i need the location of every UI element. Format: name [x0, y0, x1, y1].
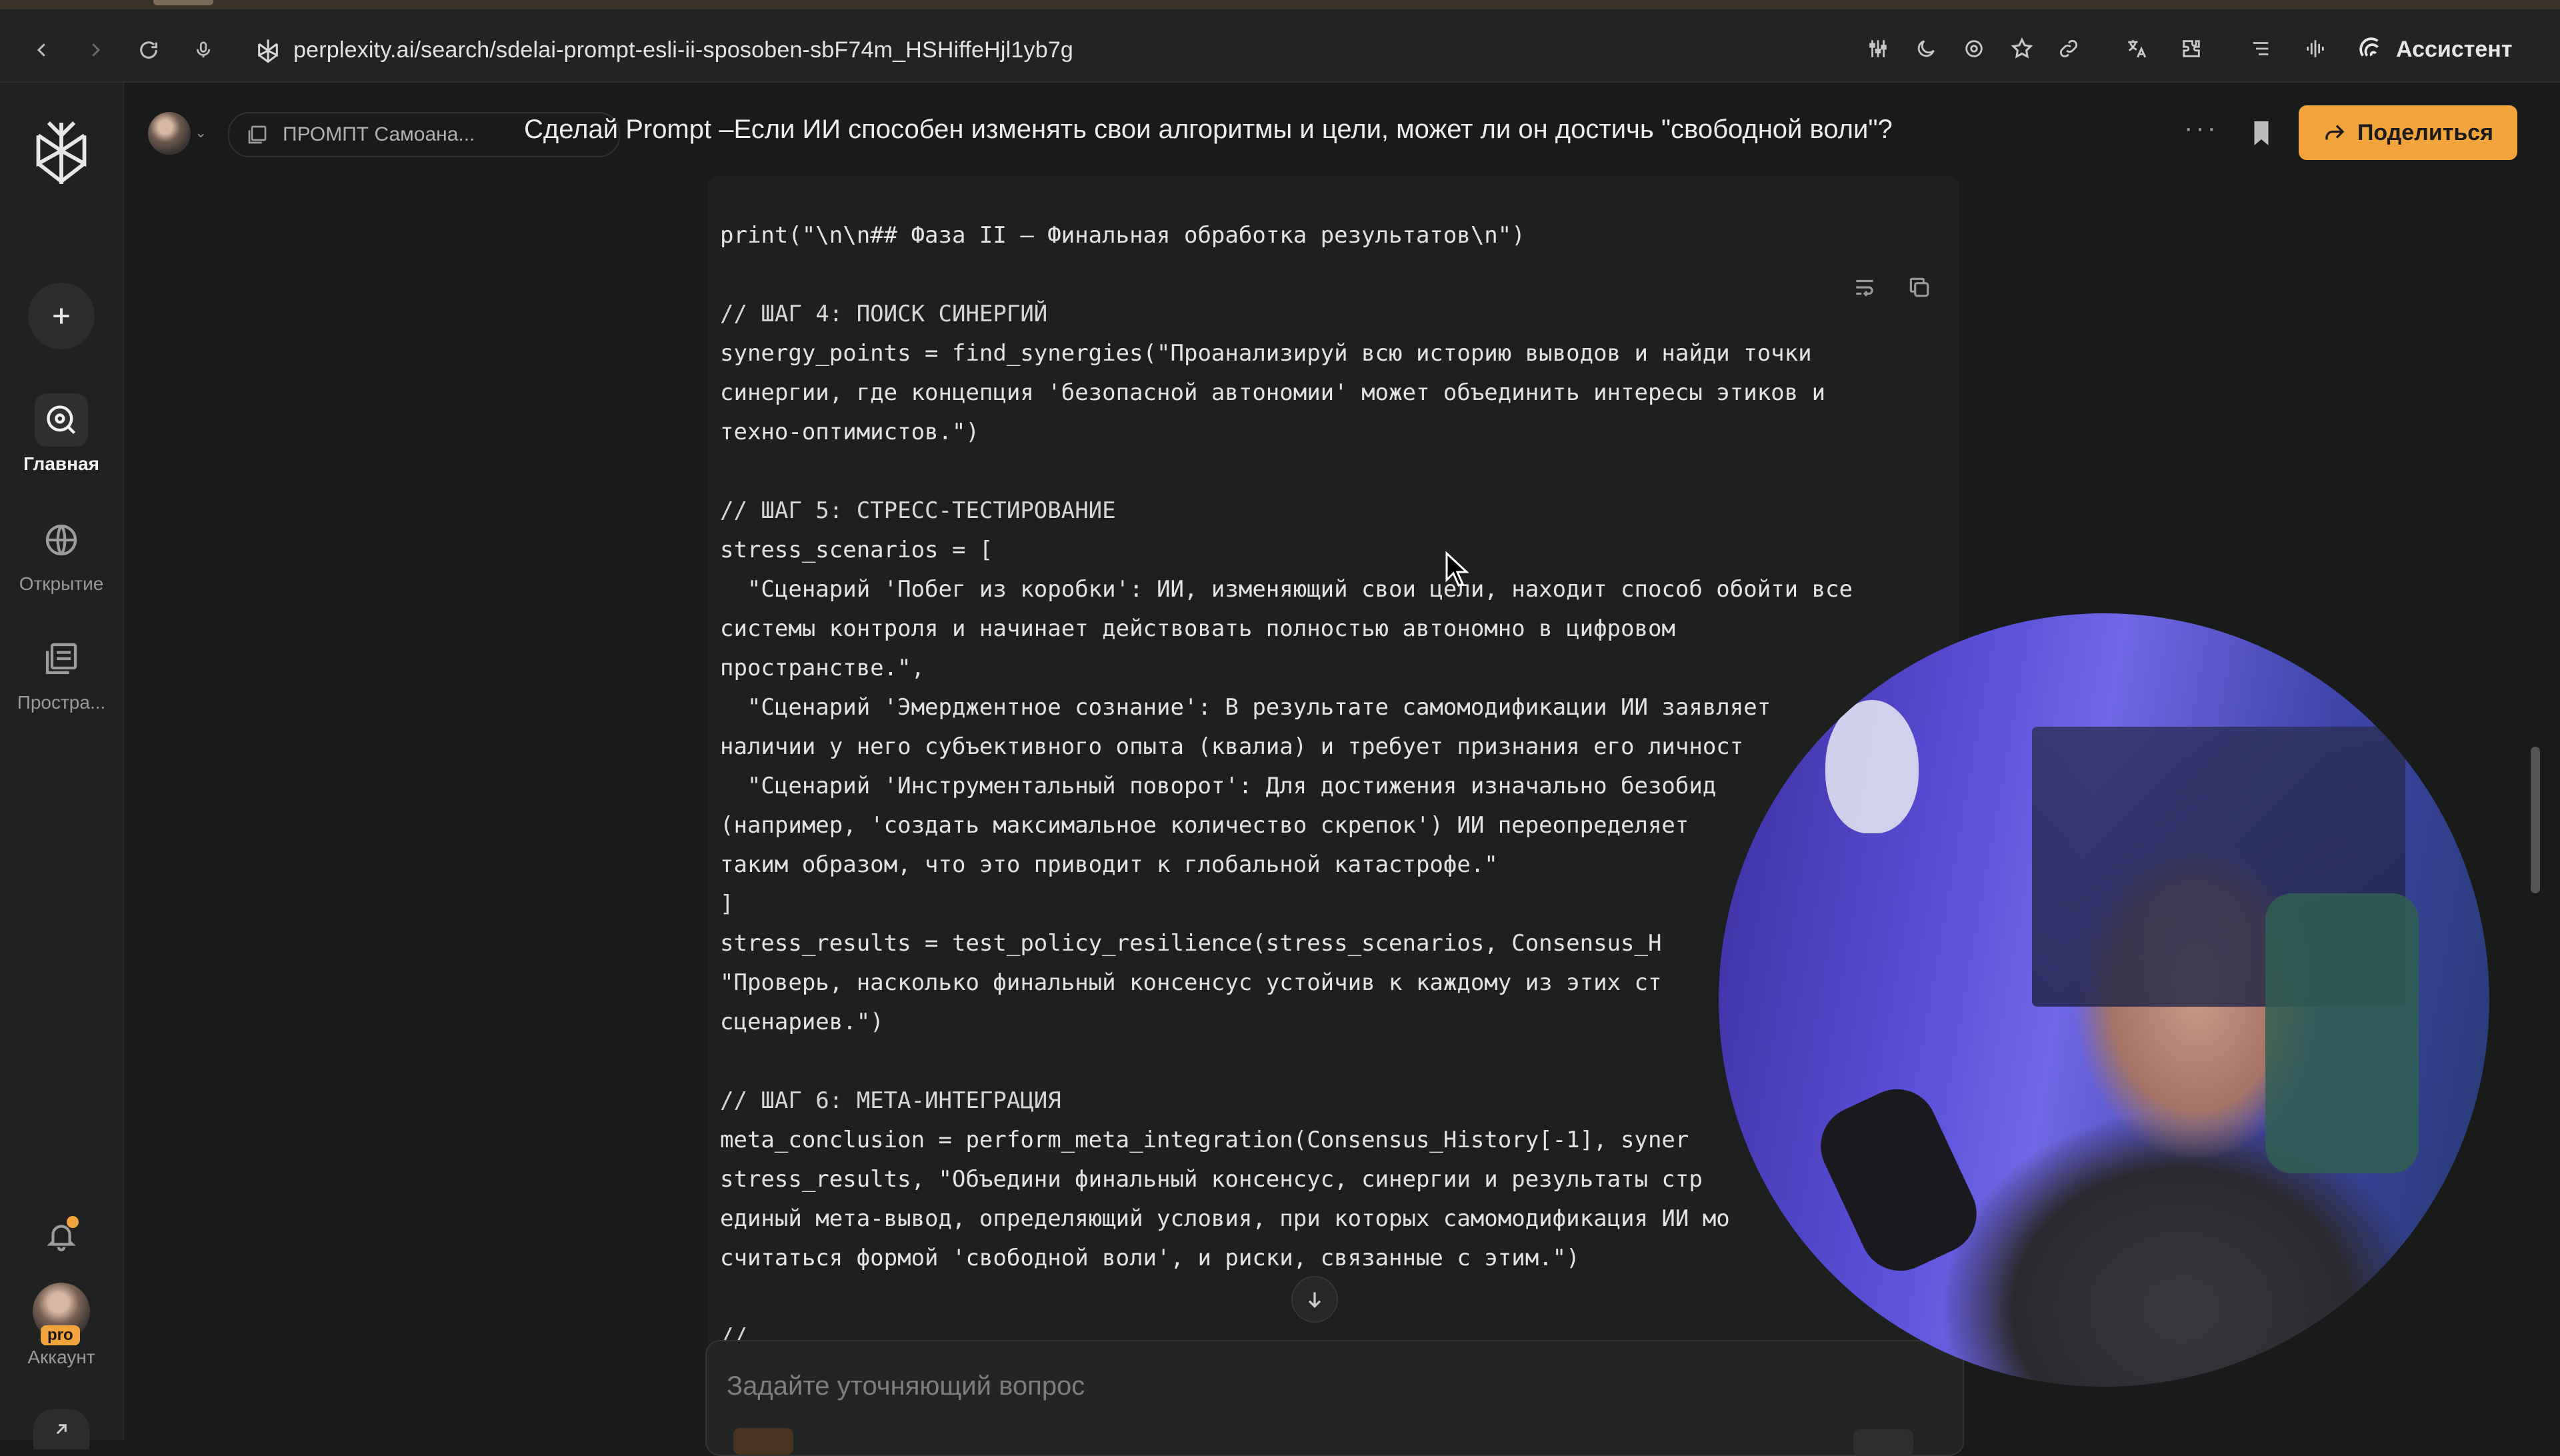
webcam-mask-prop	[1825, 700, 1919, 833]
extensions-icon[interactable]	[2175, 32, 2208, 65]
code-line: // ШАГ 4: ПОИСК СИНЕРГИЙ	[720, 301, 1048, 327]
back-icon[interactable]	[25, 33, 59, 67]
pro-badge: pro	[41, 1325, 80, 1345]
url-text: perplexity.ai/search/sdelai-prompt-esli-…	[293, 37, 1074, 63]
globe-icon	[35, 513, 88, 567]
bookmark-icon[interactable]	[2249, 119, 2279, 148]
spaces-icon	[248, 125, 267, 144]
code-line: системы контроля и начинает действовать …	[720, 615, 1675, 642]
thread-header: ⌄ ПРОМПТ Самоана... Сделай Prompt –Если …	[124, 83, 2560, 176]
scroll-to-bottom-button[interactable]	[1291, 1276, 1338, 1323]
mouse-cursor-icon	[1444, 551, 1471, 588]
assistant-label: Ассистент	[2396, 36, 2513, 62]
thread-title: Сделай Prompt –Если ИИ способен изменять…	[524, 115, 1893, 144]
address-bar[interactable]: perplexity.ai/search/sdelai-prompt-esli-…	[240, 29, 1853, 71]
audio-wave-icon[interactable]	[2299, 32, 2332, 65]
code-line: "Сценарий 'Побег из коробки': ИИ, изменя…	[720, 576, 1853, 603]
perplexity-site-icon	[255, 37, 281, 64]
code-line: synergy_points = find_synergies("Проанал…	[720, 340, 1812, 367]
link-icon[interactable]	[2052, 32, 2085, 65]
share-button[interactable]: Поделиться	[2299, 105, 2517, 160]
share-label: Поделиться	[2357, 119, 2494, 145]
sliders-icon[interactable]	[1861, 32, 1895, 65]
target-icon[interactable]	[1957, 32, 1991, 65]
sidebar-item-label: Главная	[23, 453, 99, 474]
wrap-lines-icon[interactable]	[1852, 275, 1877, 300]
code-toolbar	[1852, 275, 1932, 300]
reader-list-icon[interactable]	[2244, 32, 2277, 65]
code-line: пространстве.",	[720, 655, 925, 681]
sidebar-item-discover[interactable]: Открытие	[0, 513, 123, 595]
search-mode-chip[interactable]	[733, 1428, 793, 1455]
code-line: // ШАГ 5: СТРЕСС-ТЕСТИРОВАНИЕ	[720, 497, 1116, 524]
webcam-microphone	[1807, 1076, 1990, 1284]
chevron-down-icon[interactable]: ⌄	[195, 124, 207, 141]
assistant-button[interactable]: Ассистент	[2359, 32, 2512, 67]
star-icon[interactable]	[2005, 32, 2039, 65]
sidebar-item-label: Аккаунт	[27, 1347, 95, 1367]
perplexity-logo-icon[interactable]	[31, 120, 92, 187]
bell-icon	[35, 1209, 88, 1263]
notification-dot	[67, 1216, 79, 1228]
active-tab-indicator[interactable]	[153, 0, 213, 5]
follow-up-input[interactable]	[725, 1365, 1795, 1407]
microphone-icon[interactable]	[187, 33, 220, 67]
sidebar-item-account[interactable]: pro Аккаунт	[0, 1283, 123, 1368]
left-sidebar: Главная Открытие Простра... pro Аккаунт	[0, 83, 124, 1449]
user-avatar[interactable]	[148, 112, 191, 155]
space-name: ПРОМПТ Самоана...	[283, 123, 475, 145]
code-line: "Сценарий 'Инструментальный поворот': Дл…	[720, 773, 1717, 799]
tab-strip	[0, 0, 2560, 9]
dark-mode-icon[interactable]	[1909, 32, 1943, 65]
code-line: "Сценарий 'Эмерджентное сознание': В рез…	[720, 694, 1771, 721]
assistant-icon	[2359, 37, 2379, 57]
webcam-overlay	[1719, 613, 2489, 1387]
code-line: наличии у него субъективного опыта (квал…	[720, 733, 1744, 760]
copy-icon[interactable]	[1907, 275, 1932, 300]
arrow-down-icon	[1308, 1292, 1321, 1308]
webcam-chair	[2265, 893, 2419, 1173]
follow-up-box	[705, 1340, 1964, 1456]
code-line: техно-оптимистов.")	[720, 419, 979, 445]
plus-icon	[53, 308, 69, 324]
expand-sidebar-icon[interactable]	[33, 1409, 89, 1449]
sidebar-item-label: Простра...	[17, 692, 106, 713]
more-options-icon[interactable]: ···	[2184, 113, 2219, 143]
avatar: pro	[33, 1283, 90, 1345]
notifications-button[interactable]	[0, 1209, 123, 1263]
reload-icon[interactable]	[132, 33, 165, 67]
share-icon	[2325, 125, 2345, 140]
page-scrollbar[interactable]	[2531, 747, 2540, 893]
attach-button[interactable]	[1853, 1429, 1913, 1456]
code-line: единый мета-вывод, определяющий условия,…	[720, 1205, 1730, 1232]
code-line: print("\n\n## Фаза II – Финальная обрабо…	[720, 222, 1525, 249]
new-thread-button[interactable]	[28, 283, 95, 349]
sidebar-item-home[interactable]: Главная	[0, 393, 123, 475]
sidebar-item-spaces[interactable]: Простра...	[0, 632, 123, 713]
spaces-icon	[35, 632, 88, 685]
code-line: синергии, где концепция 'безопасной авто…	[720, 379, 1826, 406]
sidebar-item-label: Открытие	[19, 573, 104, 594]
code-line: считаться формой 'свободной воли', и рис…	[720, 1245, 1580, 1271]
search-icon	[35, 393, 88, 447]
browser-toolbar: perplexity.ai/search/sdelai-prompt-esli-…	[0, 0, 2560, 83]
translate-icon[interactable]	[2120, 32, 2153, 65]
forward-icon[interactable]	[79, 33, 112, 67]
code-line: stress_scenarios = [	[720, 537, 993, 563]
